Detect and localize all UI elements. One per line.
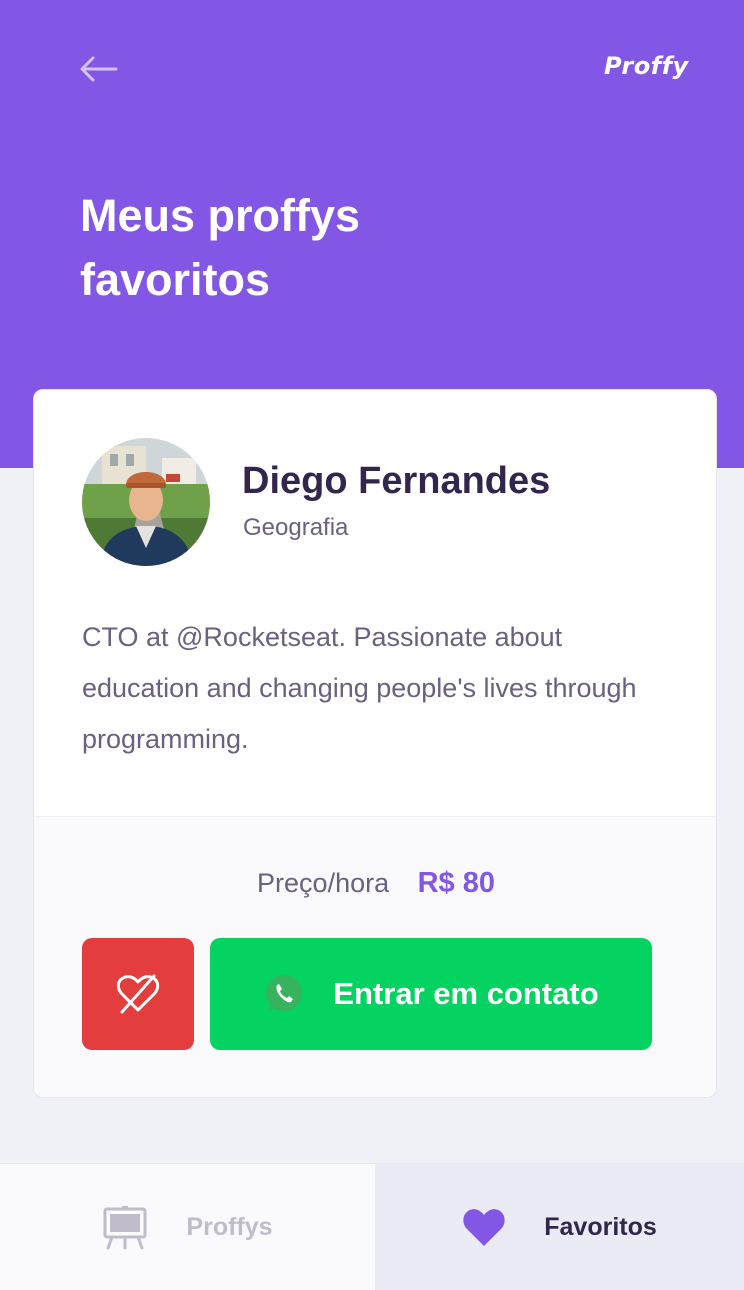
card-footer: Preço/hora R$ 80 Entrar em contato <box>34 816 716 1097</box>
back-button[interactable] <box>78 52 120 86</box>
teacher-bio: CTO at @Rocketseat. Passionate about edu… <box>82 622 637 754</box>
price-label: Preço/hora <box>257 868 390 898</box>
heart-icon <box>463 1208 505 1246</box>
avatar <box>82 438 210 566</box>
easel-icon <box>103 1205 147 1249</box>
arrow-left-icon <box>80 56 118 82</box>
page-title: Meus proffys favoritos <box>80 190 361 305</box>
heart-outline-off-icon <box>116 974 160 1014</box>
tab-favoritos-label: Favoritos <box>544 1213 657 1241</box>
tab-proffys[interactable]: Proffys <box>0 1164 375 1290</box>
price-value: R$ 80 <box>417 867 495 899</box>
proffy-logo: Proffy <box>604 52 689 80</box>
unfavorite-button[interactable] <box>82 938 194 1050</box>
contact-button[interactable]: Entrar em contato <box>210 938 652 1050</box>
price-row: Preço/hora R$ 80 <box>34 867 716 900</box>
contact-button-label: Entrar em contato <box>333 976 599 1011</box>
tab-favoritos[interactable]: Favoritos <box>375 1164 744 1290</box>
tab-proffys-label: Proffys <box>186 1213 273 1241</box>
whatsapp-icon <box>266 975 303 1011</box>
bottom-tab-bar: Proffys Favoritos <box>0 1163 744 1290</box>
teacher-card: Diego Fernandes Geografia CTO at @Rocket… <box>33 389 717 1098</box>
teacher-subject: Geografia <box>243 514 349 541</box>
teacher-name: Diego Fernandes <box>242 460 551 502</box>
